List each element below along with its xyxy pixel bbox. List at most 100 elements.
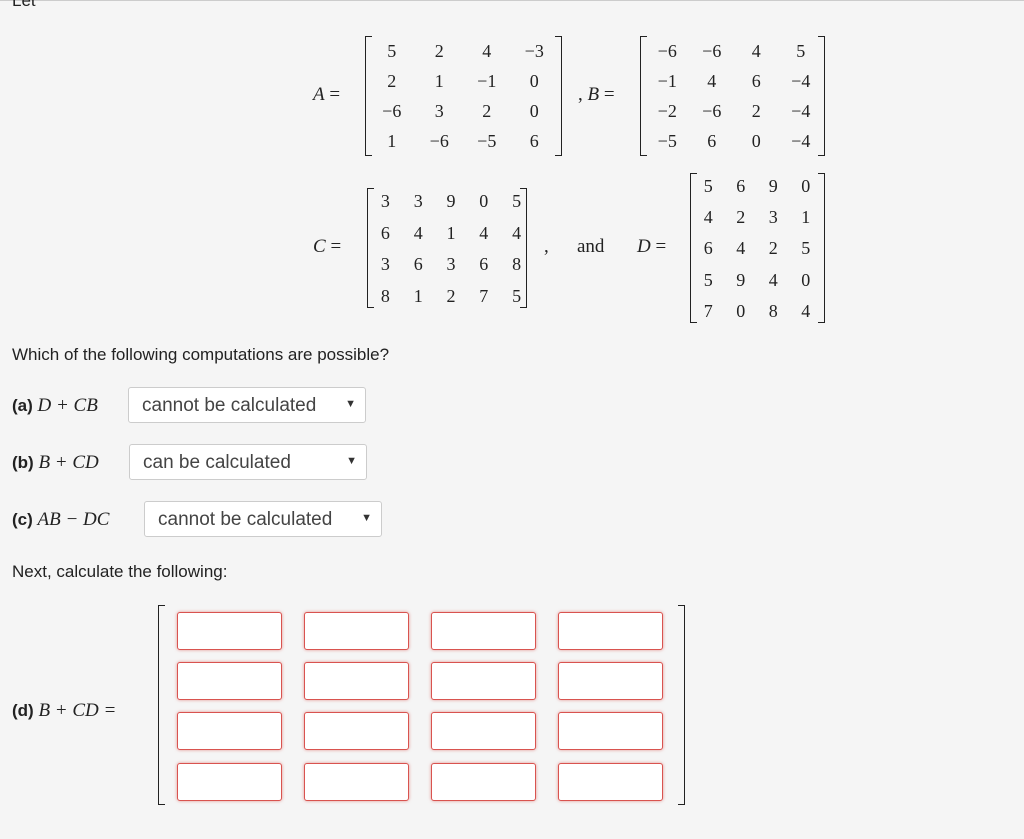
matrix-cell: 9 [736, 269, 746, 290]
matrix-cell: −6 [382, 100, 402, 121]
matrix-cell: 2 [751, 100, 761, 121]
matrix-cell: 5 [703, 176, 713, 197]
matrix-cell: 3 [380, 191, 390, 212]
selected-value: cannot be calculated [142, 395, 317, 416]
selected-value: cannot be calculated [158, 509, 333, 530]
matrix-cell: 5 [703, 269, 713, 290]
matrix-a-label: A = [313, 84, 341, 105]
intro-text: Let [12, 0, 36, 10]
matrix-cell: 0 [801, 269, 811, 290]
matrix-cell: 2 [482, 100, 492, 121]
answer-input-r4c2[interactable] [304, 763, 409, 801]
matrix-cell: 2 [446, 285, 456, 306]
matrix-cell: 6 [736, 176, 746, 197]
matrix-cell: 5 [801, 238, 811, 259]
matrix-cell: 4 [703, 207, 713, 228]
comma: , [544, 236, 549, 257]
matrix-cell: 3 [380, 254, 390, 275]
answer-input-r3c2[interactable] [304, 712, 409, 750]
matrix-cell: 3 [768, 207, 778, 228]
answer-input-r2c3[interactable] [431, 662, 536, 700]
matrix-cell: 6 [751, 70, 761, 91]
matrix-cell: 3 [413, 191, 423, 212]
matrix-cell: −6 [702, 100, 722, 121]
part-b-label: (b) B + CD [12, 452, 99, 473]
bracket-right [678, 605, 685, 805]
matrix-cell: 3 [434, 100, 444, 121]
answer-input-r2c1[interactable] [177, 662, 282, 700]
part-a-select[interactable]: cannot be calculated ▼ [128, 387, 366, 423]
dropdown-arrow-icon: ▼ [345, 398, 356, 410]
part-c-select[interactable]: cannot be calculated ▼ [144, 501, 382, 537]
matrix-cell: 7 [479, 285, 489, 306]
answer-input-r3c1[interactable] [177, 712, 282, 750]
matrix-cell: 8 [768, 300, 778, 321]
matrix-cell: 6 [413, 254, 423, 275]
matrix-cell: 2 [387, 70, 397, 91]
matrix-cell: 0 [479, 191, 489, 212]
question-text: Which of the following computations are … [12, 345, 390, 364]
matrix-cell: 2 [434, 40, 444, 61]
matrix-d-label: D = [637, 236, 667, 257]
answer-input-r1c3[interactable] [431, 612, 536, 650]
matrix-cell: 9 [446, 191, 456, 212]
matrix-cell: 0 [801, 176, 811, 197]
matrix-d: 5 6 9 0 4 2 3 1 6 4 2 5 5 9 4 0 7 0 8 4 [692, 171, 822, 327]
matrix-cell: 1 [387, 130, 397, 151]
matrix-cell: 5 [387, 40, 397, 61]
matrix-cell: 6 [707, 130, 717, 151]
matrix-cell: −6 [657, 40, 677, 61]
matrix-cell: 6 [703, 238, 713, 259]
matrix-b: −6 −6 4 5 −1 4 6 −4 −2 −6 2 −4 −5 6 0 −4 [645, 36, 823, 156]
matrix-cell: 1 [801, 207, 811, 228]
top-divider [0, 0, 1024, 1]
matrix-cell: 0 [529, 70, 539, 91]
matrix-cell: 5 [796, 40, 806, 61]
matrix-cell: 4 [768, 269, 778, 290]
answer-input-r1c4[interactable] [558, 612, 663, 650]
answer-input-r4c4[interactable] [558, 763, 663, 801]
bracket-right [555, 36, 562, 156]
answer-input-r3c4[interactable] [558, 712, 663, 750]
matrix-cell: 6 [380, 222, 390, 243]
matrix-cell: −1 [477, 70, 497, 91]
bracket-right [520, 188, 527, 308]
matrix-cell: −4 [791, 130, 811, 151]
matrix-cell: 4 [736, 238, 746, 259]
part-c-label: (c) AB − DC [12, 509, 110, 530]
and-word: and [577, 236, 605, 257]
answer-input-r1c1[interactable] [177, 612, 282, 650]
part-b-select[interactable]: can be calculated ▼ [129, 444, 367, 480]
matrix-cell: 7 [703, 300, 713, 321]
matrix-cell: −1 [657, 70, 677, 91]
matrix-cell: 4 [707, 70, 717, 91]
matrix-cell: 6 [479, 254, 489, 275]
matrix-a: 5 2 4 −3 2 1 −1 0 −6 3 2 0 1 −6 −5 6 [368, 36, 558, 156]
matrix-cell: 9 [768, 176, 778, 197]
matrix-cell: −5 [477, 130, 497, 151]
selected-value: can be calculated [143, 452, 291, 473]
matrix-cell: 1 [434, 70, 444, 91]
matrix-cell: 1 [446, 222, 456, 243]
matrix-cell: 0 [736, 300, 746, 321]
matrix-cell: 4 [482, 40, 492, 61]
dropdown-arrow-icon: ▼ [361, 512, 372, 524]
next-text: Next, calculate the following: [12, 562, 228, 581]
answer-input-r4c3[interactable] [431, 763, 536, 801]
dropdown-arrow-icon: ▼ [346, 455, 357, 467]
matrix-cell: −2 [657, 100, 677, 121]
matrix-cell: 2 [768, 238, 778, 259]
answer-input-r2c4[interactable] [558, 662, 663, 700]
answer-input-r1c2[interactable] [304, 612, 409, 650]
matrix-cell: 4 [479, 222, 489, 243]
matrix-cell: −6 [429, 130, 449, 151]
matrix-cell: −5 [657, 130, 677, 151]
matrix-cell: −4 [791, 70, 811, 91]
bracket-left [158, 605, 165, 805]
answer-input-r3c3[interactable] [431, 712, 536, 750]
answer-input-r2c2[interactable] [304, 662, 409, 700]
part-a-label: (a) D + CB [12, 395, 98, 416]
bracket-right [818, 173, 825, 323]
matrix-b-label: , B = [578, 84, 615, 105]
answer-input-r4c1[interactable] [177, 763, 282, 801]
